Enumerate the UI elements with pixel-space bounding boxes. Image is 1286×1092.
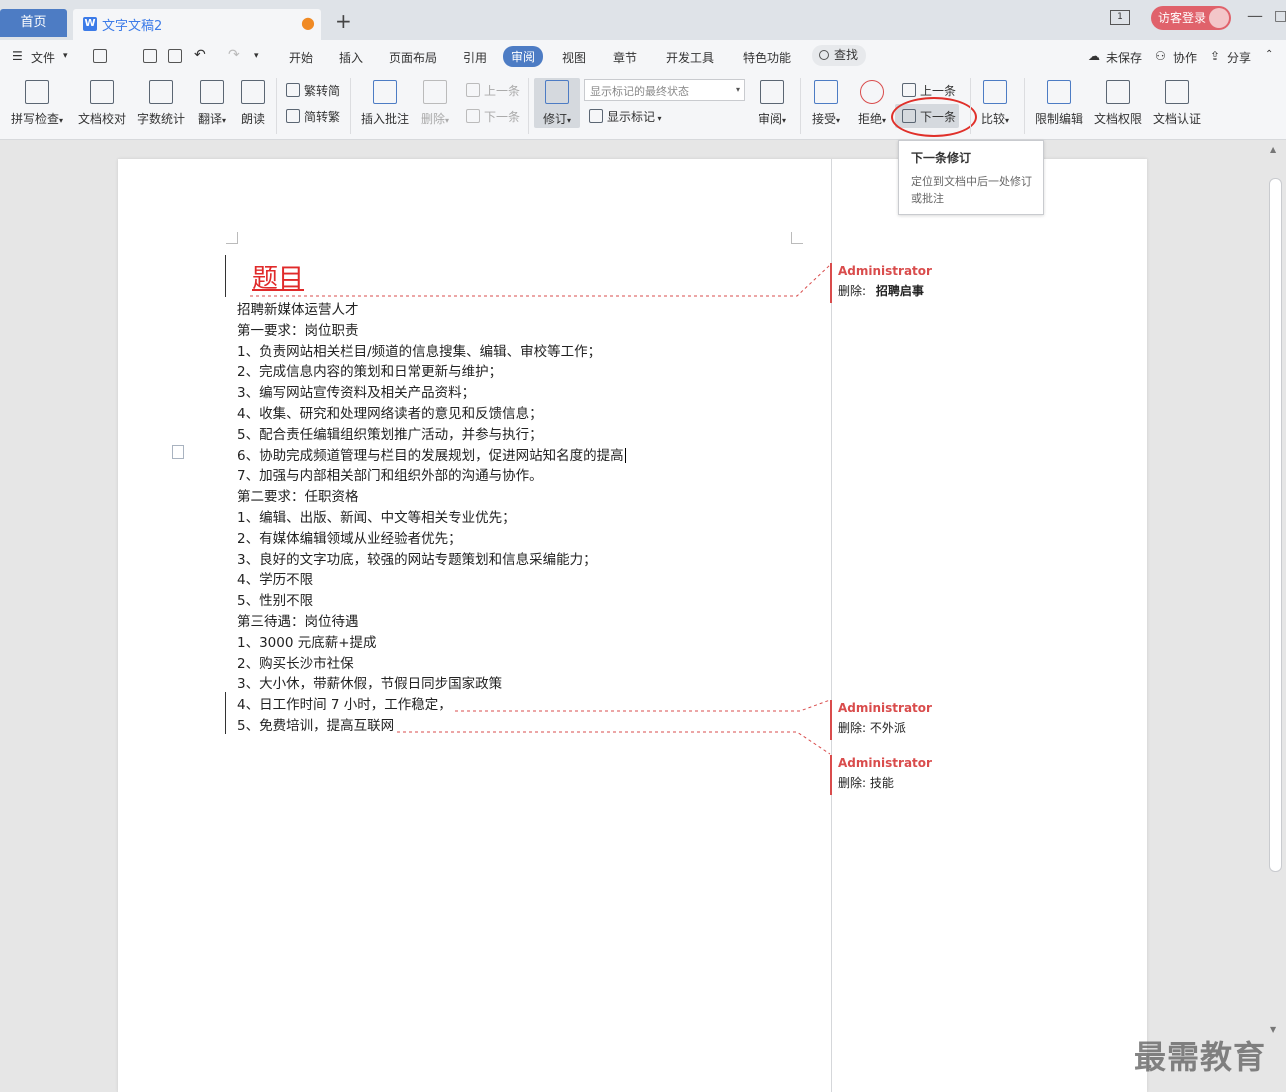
document-line[interactable]: 5、免费培训，提高互联网: [237, 714, 394, 734]
tooltip-description: 定位到文档中后一处修订或批注: [911, 175, 1032, 205]
comment-body: 删除: 招聘启事: [838, 284, 924, 298]
scrollbar-thumb[interactable]: [1269, 178, 1282, 872]
revision-connectors: [250, 264, 831, 755]
document-line[interactable]: 第二要求：任职资格: [237, 485, 359, 505]
document-line[interactable]: 5、配合责任编辑组织策划推广活动，并参与执行；: [237, 423, 543, 443]
document-line[interactable]: 7、加强与内部相关部门和组织外部的沟通与协作。: [237, 464, 543, 484]
revision-comment[interactable]: Administrator 删除: 招聘启事: [830, 263, 1030, 303]
document-line[interactable]: 2、有媒体编辑领域从业经验者优先；: [237, 527, 462, 547]
comment-author: Administrator: [838, 264, 932, 278]
document-line[interactable]: 4、收集、研究和处理网络读者的意见和反馈信息；: [237, 402, 543, 422]
comment-author: Administrator: [838, 756, 932, 770]
document-line[interactable]: 招聘新媒体运营人才: [237, 298, 359, 318]
document-line[interactable]: 5、性别不限: [237, 589, 313, 609]
text-cursor: [624, 448, 626, 464]
comment-body: 删除: 不外派: [838, 721, 906, 735]
document-title[interactable]: 题目: [252, 258, 304, 295]
document-line[interactable]: 6、协助完成频道管理与栏目的发展规划，促进网站知名度的提高: [237, 444, 626, 464]
document-line[interactable]: 2、完成信息内容的策划和日常更新与维护；: [237, 360, 502, 380]
document-line[interactable]: 4、学历不限: [237, 568, 313, 588]
document-line[interactable]: 4、日工作时间 7 小时，工作稳定，: [237, 693, 452, 713]
scroll-up-icon[interactable]: ▲: [1270, 145, 1276, 154]
tooltip-title: 下一条修订: [911, 151, 972, 165]
document-line[interactable]: 1、编辑、出版、新闻、中文等相关专业优先；: [237, 506, 516, 526]
document-line[interactable]: 3、良好的文字功底，较强的网站专题策划和信息采编能力；: [237, 548, 597, 568]
comment-author: Administrator: [838, 701, 932, 715]
next-change-tooltip: 下一条修订 定位到文档中后一处修订或批注: [898, 140, 1044, 215]
document-line[interactable]: 第三待遇：岗位待遇: [237, 610, 359, 630]
revision-comment[interactable]: Administrator 删除: 不外派: [830, 700, 1030, 740]
document-line[interactable]: 第一要求：岗位职责: [237, 319, 359, 339]
watermark-logo: 最需教育: [1134, 1038, 1267, 1076]
document-line[interactable]: 2、购买长沙市社保: [237, 652, 354, 672]
document-line[interactable]: 3、编写网站宣传资料及相关产品资料；: [237, 381, 475, 401]
document-line[interactable]: 3、大小休，带薪休假，节假日同步国家政策: [237, 672, 502, 692]
document-line[interactable]: 1、3000 元底薪+提成: [237, 631, 377, 651]
revision-comment[interactable]: Administrator 删除: 技能: [830, 755, 1030, 795]
comment-body: 删除: 技能: [838, 776, 894, 790]
scroll-down-icon[interactable]: ▼: [1270, 1025, 1276, 1034]
document-line[interactable]: 1、负责网站相关栏目/频道的信息搜集、编辑、审校等工作；: [237, 340, 601, 360]
